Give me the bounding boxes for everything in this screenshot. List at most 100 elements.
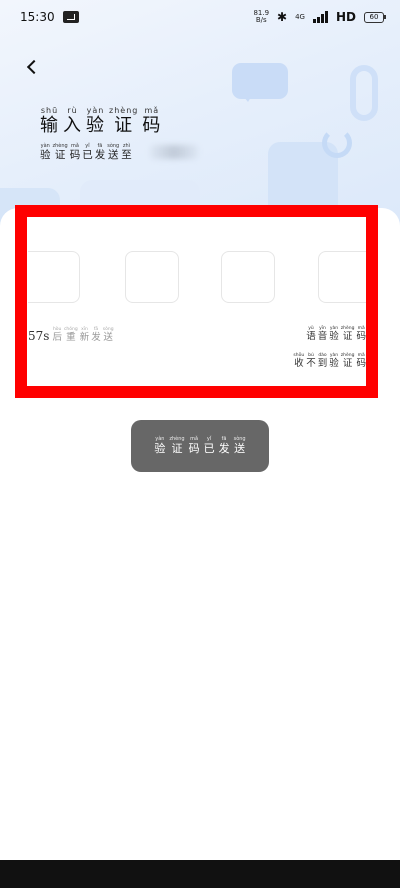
pinyin-annotation: fā — [91, 327, 101, 332]
ruby-char: 验yàn — [40, 143, 51, 162]
hanzi-char: 验 — [154, 442, 166, 455]
hanzi-char: 已 — [203, 442, 215, 455]
ruby-char: 语yǔ — [306, 326, 316, 342]
code-digit-3-input[interactable] — [221, 251, 275, 303]
pinyin-annotation: mǎ — [188, 436, 200, 442]
hanzi-char: 验 — [329, 358, 339, 369]
ruby-char: 后hòu — [52, 327, 62, 343]
status-bar: 15:30 81.9 B/s ✱ 4G HD 60 — [0, 0, 400, 34]
hanzi-char: 证 — [340, 358, 355, 369]
hanzi-char: 到 — [317, 358, 328, 369]
pinyin-annotation: sòng — [233, 436, 246, 442]
ruby-char: 已yǐ — [204, 436, 215, 456]
navigation-bar — [0, 860, 400, 888]
hanzi-char: 收 — [293, 358, 305, 369]
hanzi-char: 发 — [91, 332, 101, 343]
ruby-char: 不bú — [306, 353, 316, 369]
masked-phone-number — [150, 145, 198, 159]
pinyin-annotation: mǎ — [142, 106, 162, 115]
hanzi-char: 音 — [317, 331, 328, 342]
hanzi-char: 验 — [86, 115, 105, 136]
status-left: 15:30 — [20, 10, 79, 24]
status-time: 15:30 — [20, 10, 55, 24]
bluetooth-icon: ✱ — [277, 10, 288, 24]
hanzi-char: 发 — [218, 442, 230, 455]
pinyin-annotation: dào — [317, 353, 328, 358]
ruby-char: 验yàn — [86, 106, 105, 137]
hanzi-char: 送 — [107, 149, 120, 161]
hanzi-char: 入 — [63, 115, 82, 136]
pinyin-annotation: fā — [94, 143, 106, 149]
pinyin-annotation: rù — [63, 106, 82, 115]
ruby-char: 验yàn — [329, 326, 339, 342]
pinyin-annotation: shū — [40, 106, 59, 115]
ruby-char: 已yǐ — [82, 143, 93, 162]
ruby-char: 证zhèng — [169, 436, 184, 456]
network-speed-unit: B/s — [255, 16, 267, 24]
pinyin-annotation: yàn — [40, 143, 51, 149]
hanzi-char: 码 — [188, 442, 200, 455]
ruby-char: 验yàn — [329, 353, 339, 369]
ruby-char: 送sòng — [234, 436, 246, 456]
pinyin-annotation: sòng — [102, 327, 114, 332]
hanzi-char: 后 — [52, 332, 62, 343]
code-digit-2-input[interactable] — [125, 251, 179, 303]
sent-to-label: 验yàn 证zhèng 码mǎ 已yǐ 发fā 送sòng 至zhì — [40, 143, 134, 162]
ruby-char: 送sòng — [103, 327, 114, 343]
hanzi-char: 已 — [82, 149, 93, 161]
ruby-char: 码mǎ — [356, 326, 366, 342]
pinyin-annotation: zhèng — [52, 143, 68, 149]
signal-icon — [312, 11, 328, 23]
hanzi-char: 送 — [102, 332, 114, 343]
ruby-char: 码mǎ — [189, 436, 200, 456]
hanzi-char: 语 — [306, 331, 316, 342]
hanzi-char: 码 — [69, 149, 81, 161]
chat-bubble-tail — [240, 92, 254, 102]
decoration-ring — [350, 65, 378, 121]
ruby-char: 证zhèng — [109, 106, 138, 137]
pinyin-annotation: chóng — [63, 327, 78, 332]
ruby-char: 输shū — [40, 106, 59, 137]
ruby-char: 至zhì — [121, 143, 132, 162]
hanzi-char: 码 — [142, 115, 162, 136]
ruby-char: 入rù — [63, 106, 82, 137]
pinyin-annotation: yàn — [86, 106, 105, 115]
pinyin-annotation: mǎ — [69, 143, 81, 149]
back-button[interactable] — [20, 55, 44, 79]
ruby-char: 码mǎ — [70, 143, 81, 162]
page-title: 输shū 入rù 验yàn 证zhèng 码mǎ — [40, 106, 165, 137]
network-speed: 81.9 B/s — [253, 10, 269, 24]
hanzi-char: 证 — [109, 115, 139, 136]
ruby-char: 码mǎ — [142, 106, 161, 137]
pinyin-annotation: yàn — [329, 326, 339, 331]
ruby-char: 证zhèng — [53, 143, 68, 162]
hanzi-char: 验 — [329, 331, 339, 342]
pinyin-annotation: bú — [306, 353, 316, 358]
pinyin-annotation: zhèng — [340, 326, 355, 331]
pinyin-annotation: zhèng — [340, 353, 355, 358]
hanzi-char: 验 — [40, 149, 51, 161]
ruby-char: 码mǎ — [356, 353, 366, 369]
code-digit-1-input[interactable] — [28, 251, 80, 303]
pinyin-annotation: yǐ — [203, 436, 215, 442]
code-digit-4-input[interactable] — [318, 251, 366, 303]
pinyin-annotation: yàn — [329, 353, 339, 358]
hanzi-char: 证 — [340, 331, 355, 342]
voice-code-link[interactable]: 语yǔ 音yīn 验yàn 证zhèng 码mǎ — [304, 326, 366, 342]
hanzi-char: 至 — [121, 149, 132, 161]
resend-link[interactable]: 后hòu 重chóng 新xīn 发fā 送sòng — [52, 327, 115, 343]
hanzi-char: 新 — [79, 332, 90, 343]
pinyin-annotation: mǎ — [356, 353, 366, 358]
ruby-char: 新xīn — [80, 327, 90, 343]
chevron-left-icon — [26, 59, 42, 75]
pinyin-annotation: yàn — [154, 436, 166, 442]
decoration-arc — [322, 128, 352, 158]
not-received-link[interactable]: 收shōu 不bú 到dào 验yàn 证zhèng 码mǎ — [291, 353, 366, 369]
hanzi-char: 重 — [63, 332, 78, 343]
hanzi-char: 码 — [356, 358, 366, 369]
pinyin-annotation: shōu — [293, 353, 305, 358]
pinyin-annotation: yǔ — [306, 326, 316, 331]
pinyin-annotation: xīn — [79, 327, 90, 332]
ruby-char: 收shōu — [293, 353, 304, 369]
hd-label: HD — [335, 10, 356, 24]
